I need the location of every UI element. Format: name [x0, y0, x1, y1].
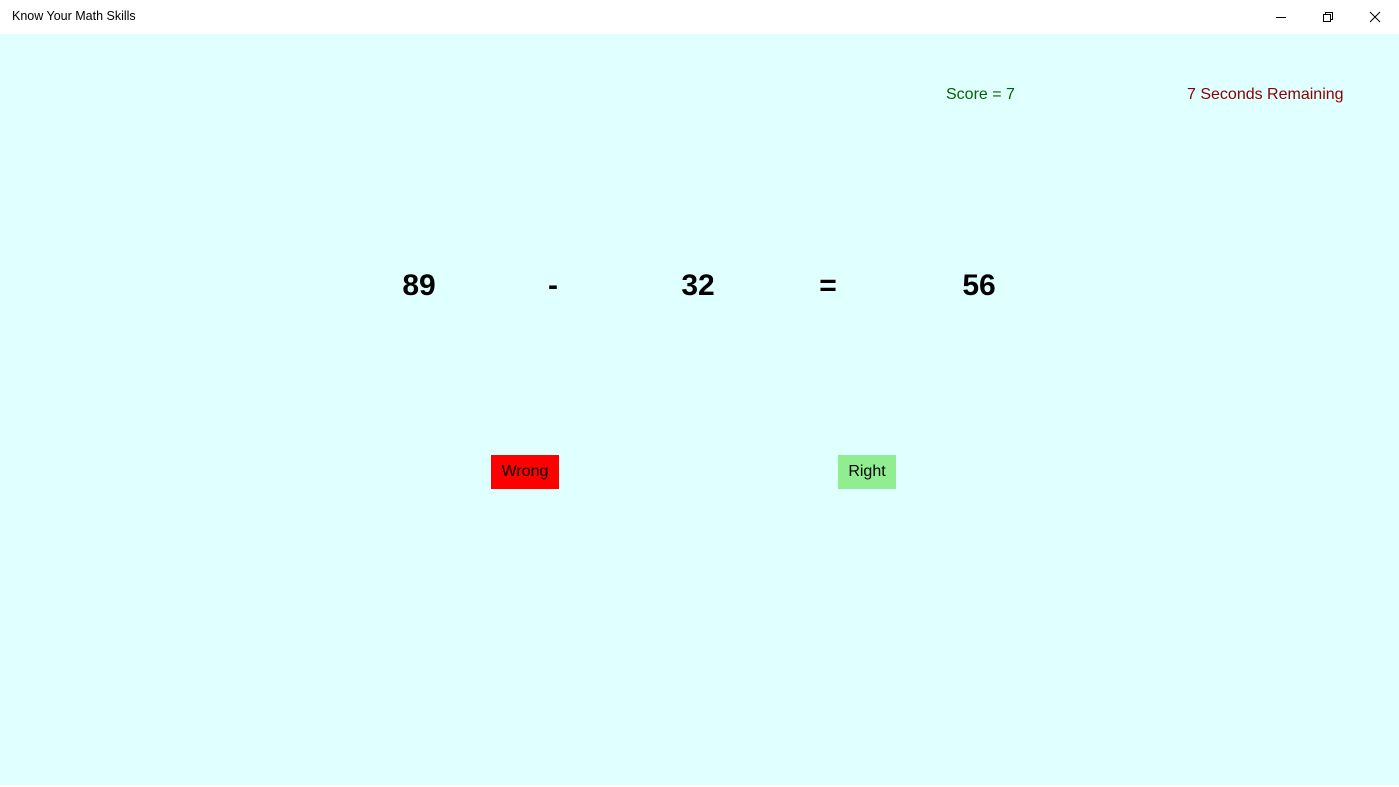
close-icon	[1369, 11, 1381, 23]
restore-button[interactable]	[1305, 0, 1351, 34]
minimize-icon	[1276, 17, 1286, 18]
wrong-button[interactable]: Wrong	[491, 455, 559, 489]
right-button[interactable]: Right	[838, 455, 896, 489]
operand-1: 89	[402, 269, 436, 302]
minimize-button[interactable]	[1258, 0, 1304, 34]
window-title: Know Your Math Skills	[12, 9, 136, 23]
title-bar[interactable]: Know Your Math Skills	[0, 0, 1399, 34]
app-window: Know Your Math Skills Score = 7 7 Second…	[0, 0, 1399, 787]
operand-2: 32	[681, 269, 715, 302]
score-label: Score = 7	[946, 86, 1015, 103]
proposed-result: 56	[962, 269, 996, 302]
restore-icon	[1323, 12, 1333, 22]
timer-label: 7 Seconds Remaining	[1187, 86, 1344, 103]
equals-sign: =	[819, 269, 837, 302]
close-button[interactable]	[1352, 0, 1398, 34]
operator-sign: -	[548, 269, 558, 302]
game-area	[0, 34, 1399, 785]
